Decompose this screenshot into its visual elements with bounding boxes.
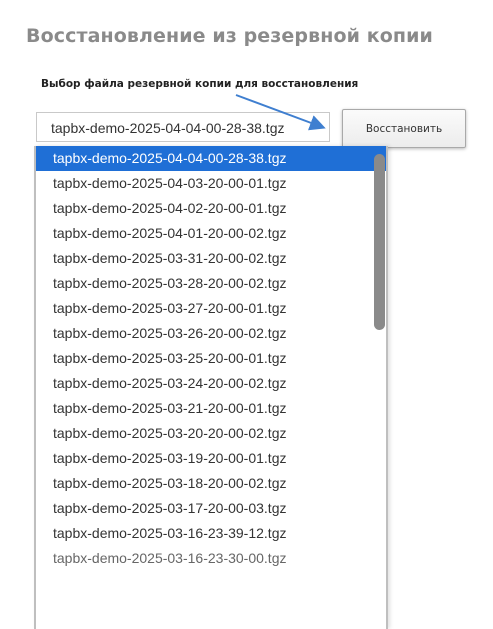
- list-item[interactable]: tapbx-demo-2025-03-28-20-00-02.tgz: [36, 271, 386, 296]
- list-item-selected[interactable]: tapbx-demo-2025-04-04-00-28-38.tgz: [36, 146, 386, 171]
- list-item[interactable]: tapbx-demo-2025-04-01-20-00-02.tgz: [36, 221, 386, 246]
- page-title: Восстановление из резервной копии: [26, 25, 433, 47]
- list-item[interactable]: tapbx-demo-2025-03-20-20-00-02.tgz: [36, 421, 386, 446]
- list-item[interactable]: tapbx-demo-2025-03-26-20-00-02.tgz: [36, 321, 386, 346]
- list-item[interactable]: tapbx-demo-2025-04-02-20-00-01.tgz: [36, 196, 386, 221]
- list-item[interactable]: tapbx-demo-2025-03-27-20-00-01.tgz: [36, 296, 386, 321]
- list-item[interactable]: tapbx-demo-2025-03-25-20-00-01.tgz: [36, 346, 386, 371]
- list-item[interactable]: tapbx-demo-2025-03-24-20-00-02.tgz: [36, 371, 386, 396]
- options-container: tapbx-demo-2025-04-04-00-28-38.tgz tapbx-…: [36, 146, 386, 571]
- list-item[interactable]: tapbx-demo-2025-03-17-20-00-03.tgz: [36, 496, 386, 521]
- restore-button[interactable]: Восстановить: [342, 109, 466, 148]
- list-item[interactable]: tapbx-demo-2025-03-19-20-00-01.tgz: [36, 446, 386, 471]
- backup-file-dropdown-list[interactable]: tapbx-demo-2025-04-04-00-28-38.tgz tapbx-…: [34, 146, 388, 629]
- select-current-value: tapbx-demo-2025-04-04-00-28-38.tgz: [51, 120, 285, 136]
- list-item[interactable]: tapbx-demo-2025-03-18-20-00-02.tgz: [36, 471, 386, 496]
- list-item[interactable]: tapbx-demo-2025-03-31-20-00-02.tgz: [36, 246, 386, 271]
- list-item[interactable]: tapbx-demo-2025-03-16-23-39-12.tgz: [36, 521, 386, 546]
- list-item[interactable]: tapbx-demo-2025-03-16-23-30-00.tgz: [36, 546, 386, 571]
- scrollbar-thumb[interactable]: [374, 154, 385, 330]
- backup-file-select[interactable]: tapbx-demo-2025-04-04-00-28-38.tgz: [36, 112, 330, 142]
- list-item[interactable]: tapbx-demo-2025-03-21-20-00-01.tgz: [36, 396, 386, 421]
- list-item[interactable]: tapbx-demo-2025-04-03-20-00-01.tgz: [36, 171, 386, 196]
- section-label: Выбор файла резервной копии для восстано…: [41, 78, 359, 90]
